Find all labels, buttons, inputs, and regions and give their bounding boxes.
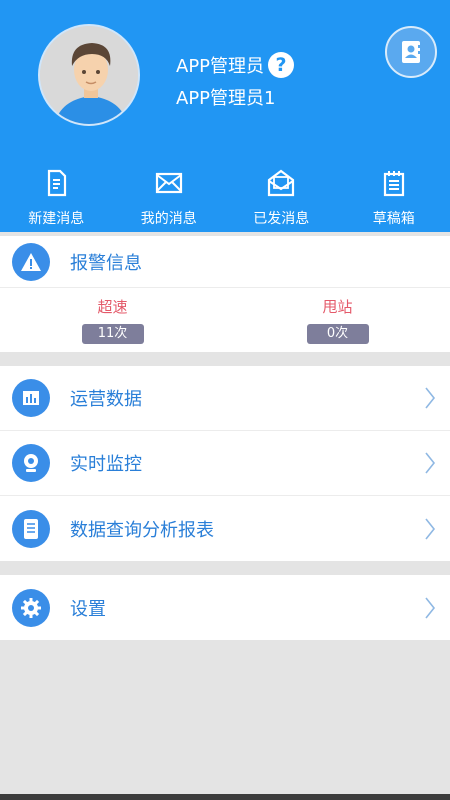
menu-item-data-query-reports[interactable]: 数据查询分析报表 xyxy=(0,496,450,561)
contacts-button[interactable] xyxy=(385,26,437,78)
menu-item-label: 实时监控 xyxy=(70,454,142,475)
draft-notepad-icon xyxy=(383,171,404,197)
user-name-row: APP管理员 ? xyxy=(176,52,295,78)
chevron-right-icon xyxy=(425,597,436,618)
alarm-stats: 超速 11次 甩站 0次 xyxy=(0,288,450,352)
quick-sent-messages[interactable]: 已发消息 xyxy=(225,168,338,230)
user-account: APP管理员1 xyxy=(176,88,276,109)
settings-label: 设置 xyxy=(70,598,106,620)
menu-icon-circle xyxy=(12,444,50,482)
envelope-icon xyxy=(155,172,182,194)
system-bottom-bar xyxy=(0,794,450,800)
quick-actions: 新建消息 我的消息 已发消息 草稿箱 xyxy=(0,168,450,230)
quick-sent-messages-label: 已发消息 xyxy=(253,211,310,227)
quick-new-message[interactable]: 新建消息 xyxy=(0,168,113,230)
menu-item-operations-data[interactable]: 运营数据 xyxy=(0,366,450,431)
stat-skipped-stop[interactable]: 甩站 0次 xyxy=(225,288,450,352)
alarm-panel: 报警信息 超速 11次 甩站 0次 xyxy=(0,236,450,352)
menu-icon-circle xyxy=(12,509,50,548)
stat-skipped-stop-count: 0次 xyxy=(306,324,369,344)
stat-speeding[interactable]: 超速 11次 xyxy=(0,288,225,352)
stat-skipped-stop-label: 甩站 xyxy=(322,298,353,316)
quick-drafts-label: 草稿箱 xyxy=(372,211,415,227)
help-icon[interactable]: ? xyxy=(268,52,295,78)
webcam-icon xyxy=(24,454,38,472)
profile-header: APP管理员 ? APP管理员1 新建消息 我的消息 已发消息 草稿箱 xyxy=(0,0,450,232)
menu-icon-circle xyxy=(12,379,50,417)
stat-speeding-label: 超速 xyxy=(97,298,128,316)
quick-my-messages[interactable]: 我的消息 xyxy=(113,168,226,230)
new-message-icon xyxy=(48,169,67,197)
quick-new-message-label: 新建消息 xyxy=(28,211,85,227)
gear-icon xyxy=(21,597,41,618)
stat-speeding-count: 11次 xyxy=(81,324,144,344)
alarm-header[interactable]: 报警信息 xyxy=(0,236,450,288)
chevron-right-icon xyxy=(425,518,436,539)
user-name: APP管理员 xyxy=(176,56,265,77)
bar-chart-icon xyxy=(23,391,39,405)
chevron-right-icon xyxy=(425,387,436,409)
settings-menu: 设置 xyxy=(0,575,450,640)
warning-icon xyxy=(21,252,41,271)
report-icon xyxy=(24,518,38,539)
menu-item-label: 运营数据 xyxy=(70,389,142,410)
alarm-title: 报警信息 xyxy=(70,252,142,274)
settings-icon-circle xyxy=(12,588,50,627)
alarm-icon-circle xyxy=(12,242,50,281)
menu-item-realtime-monitoring[interactable]: 实时监控 xyxy=(0,431,450,496)
quick-my-messages-label: 我的消息 xyxy=(140,211,197,227)
avatar[interactable] xyxy=(38,24,140,126)
menu-item-settings[interactable]: 设置 xyxy=(0,575,450,640)
contact-book-icon xyxy=(402,41,421,63)
quick-drafts[interactable]: 草稿箱 xyxy=(338,168,450,230)
chevron-right-icon xyxy=(425,452,436,474)
menu-item-label: 数据查询分析报表 xyxy=(70,519,214,541)
sent-mail-icon xyxy=(268,169,295,197)
avatar-person-icon xyxy=(40,26,138,124)
main-menu: 运营数据 实时监控 数据查询分析报表 xyxy=(0,366,450,561)
